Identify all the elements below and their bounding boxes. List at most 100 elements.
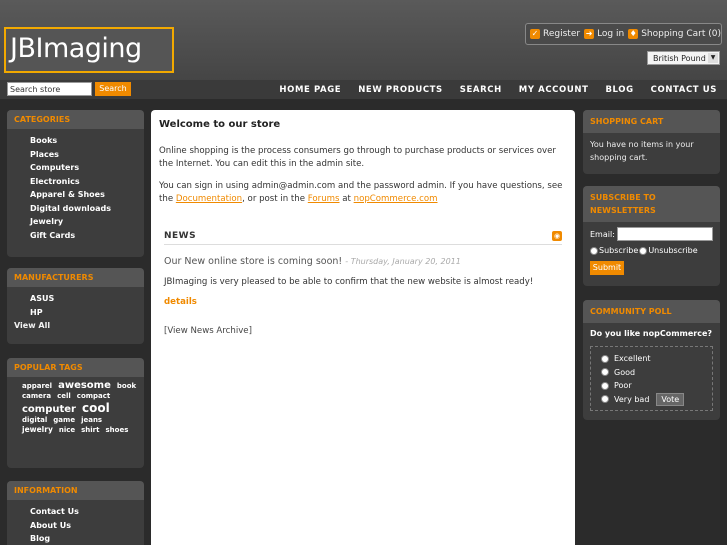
cart-label: Shopping Cart (0) — [641, 29, 721, 39]
newsletter-title: SUBSCRIBE TO NEWSLETTERS — [583, 186, 720, 222]
category-item[interactable]: Gift Cards — [22, 229, 144, 243]
main-content: Welcome to our store Online shopping is … — [151, 110, 575, 545]
rss-icon[interactable]: ◉ — [552, 231, 562, 241]
category-item[interactable]: Apparel & Shoes — [22, 188, 144, 202]
register-label: Register — [543, 29, 581, 39]
shopping-cart-title: SHOPPING CART — [583, 110, 720, 133]
site-logo[interactable]: JBImaging — [4, 27, 174, 73]
info-item-blog[interactable]: Blog — [22, 532, 144, 545]
categories-list: Books Places Computers Electronics Appar… — [7, 129, 144, 242]
login-link[interactable]: ➜ Log in — [584, 29, 624, 39]
subscribe-radio[interactable] — [590, 246, 598, 255]
tag-link[interactable]: compact — [77, 392, 110, 400]
signin-text-2: , or post in the — [242, 193, 306, 204]
category-item[interactable]: Jewelry — [22, 215, 144, 229]
poll-option-label: Very bad — [614, 394, 650, 404]
register-link[interactable]: ✓ Register — [530, 29, 580, 39]
tag-link[interactable]: awesome — [58, 380, 111, 391]
manufacturers-list: ASUS HP View All — [7, 287, 144, 333]
categories-title: CATEGORIES — [7, 110, 144, 129]
tag-link[interactable]: apparel — [22, 382, 52, 390]
poll-question: Do you like nopCommerce? — [590, 329, 713, 338]
poll-radio[interactable] — [601, 381, 609, 390]
nopcommerce-link[interactable]: nopCommerce.com — [354, 194, 438, 204]
forums-link[interactable]: Forums — [308, 194, 340, 204]
news-archive-link[interactable]: [View News Archive] — [164, 326, 252, 336]
newsletter-box: SUBSCRIBE TO NEWSLETTERS Email: Subscrib… — [583, 186, 720, 286]
poll-radio[interactable] — [601, 395, 609, 404]
shopping-cart-text: You have no items in your shopping cart. — [590, 140, 694, 162]
tag-link[interactable]: cell — [57, 392, 71, 400]
category-item[interactable]: Books — [22, 134, 144, 148]
poll-option[interactable]: Good — [601, 366, 712, 380]
tag-link[interactable]: camera — [22, 392, 51, 400]
register-icon: ✓ — [530, 29, 540, 39]
search-button[interactable]: Search — [95, 82, 131, 96]
subscribe-label: Subscribe — [599, 246, 639, 255]
category-item[interactable]: Places — [22, 148, 144, 162]
email-row: Email: — [583, 222, 720, 241]
poll-option[interactable]: Poor — [601, 379, 712, 393]
poll-option[interactable]: Excellent — [601, 352, 712, 366]
cart-icon: ♦ — [628, 29, 639, 39]
main-nav: HOME PAGE NEW PRODUCTS SEARCH MY ACCOUNT… — [279, 80, 717, 99]
newsletter-submit-button[interactable]: Submit — [590, 261, 624, 275]
poll-radio[interactable] — [601, 368, 609, 377]
poll-option-label: Excellent — [614, 354, 651, 364]
nav-search[interactable]: SEARCH — [460, 85, 502, 95]
tag-link[interactable]: jewelry — [22, 425, 53, 434]
nav-new-products[interactable]: NEW PRODUCTS — [358, 85, 443, 95]
news-title: NEWS — [164, 231, 197, 241]
manufacturer-item[interactable]: HP — [14, 306, 144, 320]
search-input[interactable] — [7, 82, 92, 96]
newsletter-email-input[interactable] — [616, 227, 713, 241]
page-title: Welcome to our store — [159, 119, 281, 130]
tag-link[interactable]: game — [53, 416, 75, 424]
news-text: JBImaging is very pleased to be able to … — [164, 277, 534, 287]
vote-button[interactable]: Vote — [656, 392, 685, 406]
tag-link[interactable]: computer — [22, 404, 76, 415]
view-all-manufacturers-link[interactable]: View All — [14, 319, 144, 333]
news-item-title[interactable]: Our New online store is coming soon! — [164, 256, 342, 267]
tag-link[interactable]: digital — [22, 416, 47, 424]
news-details-link[interactable]: details — [164, 297, 197, 307]
category-item[interactable]: Electronics — [22, 175, 144, 189]
information-box: INFORMATION Contact Us About Us Blog — [7, 481, 144, 545]
news-date: - Thursday, January 20, 2011 — [345, 257, 461, 266]
tag-link[interactable]: nice — [59, 426, 75, 434]
nav-blog[interactable]: BLOG — [605, 85, 633, 95]
info-item-about-us[interactable]: About Us — [22, 519, 144, 533]
nav-my-account[interactable]: MY ACCOUNT — [519, 85, 589, 95]
nav-contact-us[interactable]: CONTACT US — [651, 85, 717, 95]
tag-link[interactable]: cool — [82, 401, 110, 415]
poll-option[interactable]: Very bad Vote — [601, 392, 712, 407]
unsubscribe-radio[interactable] — [639, 246, 648, 255]
popular-tags-title: POPULAR TAGS — [7, 358, 144, 377]
shopping-cart-link[interactable]: ♦ Shopping Cart (0) — [628, 29, 721, 39]
subscribe-options: Subscribe Unsubscribe — [583, 241, 720, 255]
login-icon: ➜ — [584, 29, 595, 39]
tag-link[interactable]: jeans — [81, 416, 102, 424]
manufacturer-item[interactable]: ASUS — [14, 292, 144, 306]
poll-options: Excellent Good Poor Very bad Vote — [590, 346, 713, 411]
poll-option-label: Poor — [614, 381, 632, 391]
tag-link[interactable]: shoes — [105, 426, 128, 434]
tag-link[interactable]: shirt — [81, 426, 99, 434]
header: JBImaging ✓ Register ➜ Log in ♦ Shopping… — [0, 0, 727, 80]
tag-link[interactable]: book — [117, 382, 136, 390]
info-item-contact-us[interactable]: Contact Us — [22, 505, 144, 519]
currency-select[interactable]: British Pound ▼ — [647, 51, 720, 65]
login-label: Log in — [597, 29, 625, 39]
poll-option-label: Good — [614, 367, 636, 377]
nav-home-page[interactable]: HOME PAGE — [279, 85, 341, 95]
manufacturers-title: MANUFACTURERS — [7, 268, 144, 287]
documentation-link[interactable]: Documentation — [176, 194, 242, 204]
category-item[interactable]: Digital downloads — [22, 202, 144, 216]
poll-radio[interactable] — [601, 354, 609, 363]
currency-value: British Pound — [653, 53, 706, 63]
navbar: Search HOME PAGE NEW PRODUCTS SEARCH MY … — [0, 80, 727, 99]
information-title: INFORMATION — [7, 481, 144, 500]
shopping-cart-box: SHOPPING CART You have no items in your … — [583, 110, 720, 174]
signin-text-3: at — [342, 193, 351, 204]
category-item[interactable]: Computers — [22, 161, 144, 175]
